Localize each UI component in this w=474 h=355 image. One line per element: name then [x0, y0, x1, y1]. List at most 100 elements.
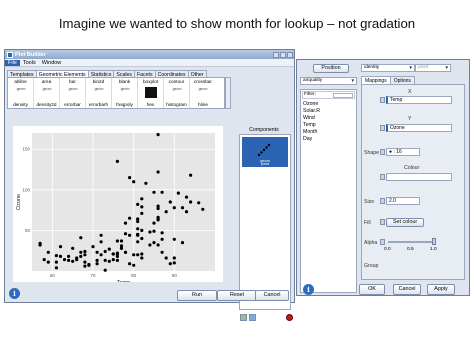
menu-window[interactable]: Window: [39, 60, 65, 66]
variable-item[interactable]: Solar.R: [303, 108, 320, 114]
data-point: [136, 253, 140, 257]
x-dropdown-icon[interactable]: [380, 97, 385, 103]
data-point: [103, 268, 107, 272]
position-select[interactable]: identity ▼: [361, 64, 415, 72]
data-point: [58, 254, 63, 258]
geom-blank[interactable]: blank geom freqpoly: [112, 78, 138, 108]
position-select-value: identity: [364, 65, 380, 70]
component-label: geom point: [242, 159, 288, 167]
data-point: [132, 263, 136, 267]
geom-boxplot[interactable]: boxplot hex: [138, 78, 164, 108]
data-point: [95, 250, 99, 254]
size-field[interactable]: 2.0: [386, 197, 420, 205]
move-up-icon[interactable]: [240, 314, 247, 321]
group-label: Group: [364, 263, 379, 269]
plot-preview: 60 70 80 90 50 100 150 Temp Ozone: [13, 126, 223, 282]
alpha-dropdown-icon[interactable]: [380, 239, 385, 245]
maximize-icon[interactable]: [280, 51, 286, 58]
geom-label: crossbar: [194, 79, 212, 84]
data-point: [180, 206, 185, 210]
geom-caption: geom: [68, 87, 78, 91]
colour-label: Colour: [404, 165, 420, 171]
x-tick-label: 60: [50, 273, 56, 278]
geom-caption: geom: [198, 87, 208, 91]
data-point: [83, 253, 87, 257]
filter-field[interactable]: Filter:: [302, 91, 355, 99]
dataset-select[interactable]: airquality ▼: [300, 77, 357, 85]
menu-tools[interactable]: Tools: [20, 60, 39, 66]
apply-button[interactable]: Apply: [427, 284, 455, 295]
reset-button[interactable]: Reset: [217, 290, 257, 301]
data-point: [115, 159, 119, 163]
size-dropdown-icon[interactable]: [380, 198, 385, 204]
dataset-value: airquality: [303, 78, 323, 83]
data-point: [180, 241, 185, 245]
shape-dropdown-icon[interactable]: [380, 149, 385, 155]
geom-caption: geom: [94, 87, 104, 91]
minimize-icon[interactable]: [273, 51, 279, 58]
shape-value: : 16: [393, 149, 402, 155]
data-point: [172, 256, 176, 260]
data-point: [87, 263, 91, 267]
data-point: [136, 219, 140, 224]
variable-item[interactable]: Temp: [303, 122, 316, 128]
set-colour-button[interactable]: Set colour: [386, 218, 424, 227]
data-point: [156, 243, 160, 247]
data-point: [172, 237, 176, 241]
data-point: [123, 232, 128, 236]
info-icon[interactable]: i: [9, 288, 20, 299]
component-tools: [240, 314, 256, 321]
component-geom-point[interactable]: geom point: [242, 137, 288, 167]
menu-file[interactable]: File: [5, 59, 20, 66]
data-point: [184, 195, 189, 199]
cancel-button[interactable]: Cancel: [393, 284, 421, 295]
close-icon[interactable]: [287, 51, 293, 58]
shape-select[interactable]: ● : 16: [386, 148, 420, 156]
variable-item[interactable]: Wind: [303, 115, 315, 121]
data-point: [140, 211, 144, 215]
run-button[interactable]: Run: [177, 290, 217, 301]
y-mapping-field[interactable]: Ozone: [386, 124, 452, 132]
x-mapping-field[interactable]: Temp: [386, 96, 452, 104]
geom-bar[interactable]: bar geom errorbar: [60, 78, 86, 108]
data-point: [123, 221, 128, 225]
variable-item[interactable]: Month: [303, 129, 317, 135]
move-down-icon[interactable]: [249, 314, 256, 321]
data-point: [54, 260, 59, 264]
data-point: [119, 239, 124, 243]
plot-builder-titlebar: Plot Builder: [5, 50, 294, 59]
variable-item[interactable]: Day: [303, 136, 312, 142]
data-point: [107, 247, 111, 251]
data-point: [99, 240, 103, 244]
geom-select[interactable]: point ▼: [415, 64, 451, 72]
alpha-label: Alpha: [364, 240, 378, 246]
data-point: [152, 241, 156, 245]
position-button[interactable]: Position: [313, 64, 349, 73]
alpha-slider-handle[interactable]: [432, 238, 436, 245]
geom-crossbar[interactable]: crossbar geom hline: [190, 78, 216, 108]
data-point: [115, 254, 119, 258]
colour-dropdown-icon[interactable]: [380, 174, 385, 180]
fill-dropdown-icon[interactable]: [380, 219, 385, 225]
geom-label: errorbar: [64, 102, 81, 107]
data-point: [115, 258, 119, 262]
filter-input[interactable]: [333, 93, 353, 98]
data-point: [132, 180, 136, 184]
geom-contour[interactable]: contour geom histogram: [164, 78, 190, 108]
geom-bin2d[interactable]: bin2d geom errorbarh: [86, 78, 112, 108]
x-tick-label: 90: [172, 273, 178, 278]
data-point: [136, 202, 140, 206]
delete-component-icon[interactable]: [286, 314, 293, 321]
ok-button[interactable]: OK: [359, 284, 385, 295]
y-dropdown-icon[interactable]: [380, 125, 385, 131]
variable-item[interactable]: Ozone: [303, 101, 318, 107]
geom-area[interactable]: area geom density2d: [34, 78, 60, 108]
alpha-slider-track[interactable]: [388, 241, 434, 243]
geom-abline[interactable]: abline geom density: [8, 78, 34, 108]
colour-mapping-field[interactable]: [386, 173, 452, 181]
info-icon[interactable]: i: [303, 284, 314, 295]
geom-scrollbar[interactable]: [225, 77, 231, 109]
cancel-button[interactable]: Cancel: [255, 290, 289, 301]
geom-select-value: point: [418, 65, 429, 70]
x-axis-label: Temp: [117, 280, 130, 282]
